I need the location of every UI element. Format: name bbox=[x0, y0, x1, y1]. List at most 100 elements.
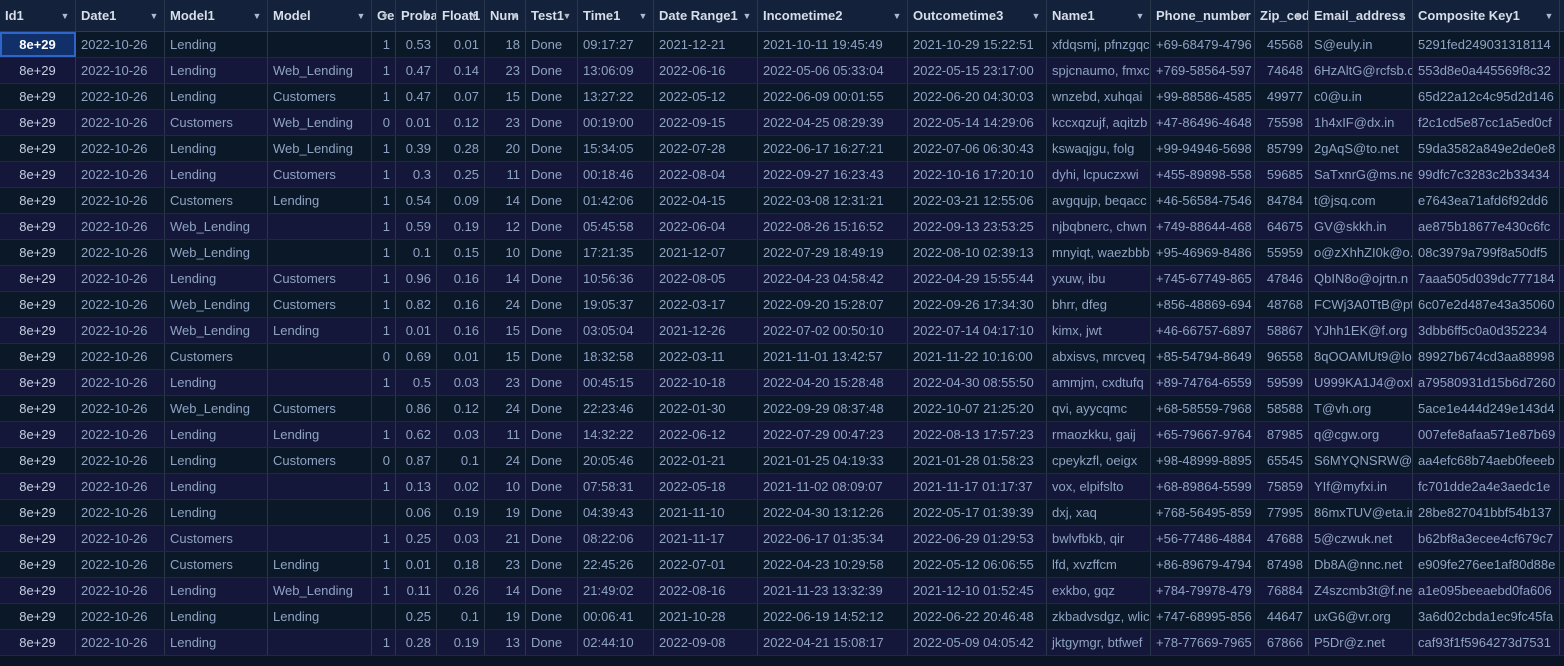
cell-id1[interactable]: 8e+29 bbox=[0, 188, 76, 213]
cell-id1[interactable]: 8e+29 bbox=[0, 526, 76, 551]
filter-icon[interactable]: ▼ bbox=[740, 0, 754, 31]
cell-float1[interactable]: 0.12 bbox=[437, 396, 485, 421]
cell-composite-key1[interactable]: b62bf8a3ecee4cf679c7 bbox=[1413, 526, 1560, 551]
cell-name1[interactable]: avgqujp, beqacc bbox=[1047, 188, 1151, 213]
cell-composite-key1[interactable]: 3dbb6ff5c0a0d352234 bbox=[1413, 318, 1560, 343]
cell-incometime2[interactable]: 2021-11-01 13:42:57 bbox=[758, 344, 908, 369]
cell-composite-key1[interactable]: 6c07e2d487e43a35060 bbox=[1413, 292, 1560, 317]
cell-name1[interactable]: dyhi, lcpuczxwi bbox=[1047, 162, 1151, 187]
cell-date1[interactable]: 2022-10-26 bbox=[76, 630, 165, 655]
cell-date1[interactable]: 2022-10-26 bbox=[76, 266, 165, 291]
cell-date1[interactable]: 2022-10-26 bbox=[76, 292, 165, 317]
cell-email-address[interactable]: 8qOOAMUt9@lo bbox=[1309, 344, 1413, 369]
cell-ge[interactable]: 1 bbox=[372, 162, 396, 187]
cell-phone-number[interactable]: +46-56584-7546 bbox=[1151, 188, 1255, 213]
cell-outcometime3[interactable]: 2022-05-12 06:06:55 bbox=[908, 552, 1047, 577]
cell-float1[interactable]: 0.07 bbox=[437, 84, 485, 109]
cell-name1[interactable]: kswaqjgu, folg bbox=[1047, 136, 1151, 161]
cell-date-range1[interactable]: 2022-07-28 bbox=[654, 136, 758, 161]
cell-phone-number[interactable]: +99-94946-5698 bbox=[1151, 136, 1255, 161]
cell-outcometime3[interactable]: 2021-11-22 10:16:00 bbox=[908, 344, 1047, 369]
cell-composite-key1[interactable]: a1e095beeaebd0fa606 bbox=[1413, 578, 1560, 603]
cell-float1[interactable]: 0.01 bbox=[437, 32, 485, 57]
cell-outcometime3[interactable]: 2022-05-09 04:05:42 bbox=[908, 630, 1047, 655]
cell-zip-cod[interactable]: 87985 bbox=[1255, 422, 1309, 447]
cell-id1[interactable]: 8e+29 bbox=[0, 396, 76, 421]
cell-time1[interactable]: 07:58:31 bbox=[578, 474, 654, 499]
cell-date1[interactable]: 2022-10-26 bbox=[76, 162, 165, 187]
cell-proba[interactable]: 0.47 bbox=[396, 84, 437, 109]
cell-ge[interactable]: 1 bbox=[372, 578, 396, 603]
cell-zip-cod[interactable]: 96558 bbox=[1255, 344, 1309, 369]
cell-composite-key1[interactable]: 7aaa505d039dc777184 bbox=[1413, 266, 1560, 291]
cell-num[interactable]: 19 bbox=[485, 604, 526, 629]
cell-model1[interactable]: Customers bbox=[165, 552, 268, 577]
cell-time1[interactable]: 08:22:06 bbox=[578, 526, 654, 551]
cell-phone-number[interactable]: +768-56495-859 bbox=[1151, 500, 1255, 525]
cell-model1[interactable]: Lending bbox=[165, 578, 268, 603]
filter-icon[interactable]: ▼ bbox=[419, 0, 433, 31]
cell-ge[interactable]: 1 bbox=[372, 240, 396, 265]
cell-model[interactable]: Web_Lending bbox=[268, 58, 372, 83]
cell-test1[interactable]: Done bbox=[526, 318, 578, 343]
cell-outcometime3[interactable]: 2022-08-10 02:39:13 bbox=[908, 240, 1047, 265]
cell-zip-cod[interactable]: 55959 bbox=[1255, 240, 1309, 265]
cell-model[interactable] bbox=[268, 500, 372, 525]
cell-model1[interactable]: Web_Lending bbox=[165, 318, 268, 343]
cell-model1[interactable]: Lending bbox=[165, 422, 268, 447]
table-row[interactable]: 8e+29 2022-10-26 Lending 1 0.5 0.03 23 Done 00:4… bbox=[0, 370, 1564, 396]
cell-outcometime3[interactable]: 2022-07-14 04:17:10 bbox=[908, 318, 1047, 343]
column-header-composite-key1[interactable]: Composite Key1 ▼ bbox=[1413, 0, 1560, 31]
filter-icon[interactable]: ▼ bbox=[147, 0, 161, 31]
cell-time1[interactable]: 00:45:15 bbox=[578, 370, 654, 395]
cell-zip-cod[interactable]: 75598 bbox=[1255, 110, 1309, 135]
cell-email-address[interactable]: S@euly.in bbox=[1309, 32, 1413, 57]
filter-icon[interactable]: ▼ bbox=[250, 0, 264, 31]
cell-date1[interactable]: 2022-10-26 bbox=[76, 474, 165, 499]
cell-name1[interactable]: bhrr, dfeg bbox=[1047, 292, 1151, 317]
cell-id1[interactable]: 8e+29 bbox=[0, 448, 76, 473]
cell-id1[interactable]: 8e+29 bbox=[0, 292, 76, 317]
cell-phone-number[interactable]: +47-86496-4648 bbox=[1151, 110, 1255, 135]
filter-icon[interactable]: ▼ bbox=[1291, 0, 1305, 31]
cell-ge[interactable]: 1 bbox=[372, 422, 396, 447]
cell-id1[interactable]: 8e+29 bbox=[0, 162, 76, 187]
cell-id1[interactable]: 8e+29 bbox=[0, 578, 76, 603]
cell-model1[interactable]: Lending bbox=[165, 630, 268, 655]
table-row[interactable]: 8e+29 2022-10-26 Lending Web_Lending 1 0.47 0.… bbox=[0, 58, 1564, 84]
cell-incometime2[interactable]: 2022-03-08 12:31:21 bbox=[758, 188, 908, 213]
cell-composite-key1[interactable]: 553d8e0a445569f8c32 bbox=[1413, 58, 1560, 83]
cell-proba[interactable]: 0.39 bbox=[396, 136, 437, 161]
cell-time1[interactable]: 17:21:35 bbox=[578, 240, 654, 265]
cell-ge[interactable]: 1 bbox=[372, 136, 396, 161]
cell-id1[interactable]: 8e+29 bbox=[0, 604, 76, 629]
cell-incometime2[interactable]: 2022-04-20 15:28:48 bbox=[758, 370, 908, 395]
cell-date1[interactable]: 2022-10-26 bbox=[76, 214, 165, 239]
cell-float1[interactable]: 0.1 bbox=[437, 448, 485, 473]
cell-proba[interactable]: 0.25 bbox=[396, 604, 437, 629]
cell-float1[interactable]: 0.09 bbox=[437, 188, 485, 213]
filter-icon[interactable]: ▼ bbox=[1237, 0, 1251, 31]
cell-incometime2[interactable]: 2022-09-20 15:28:07 bbox=[758, 292, 908, 317]
table-row[interactable]: 8e+29 2022-10-26 Lending Customers 0 0.87 0.1 2… bbox=[0, 448, 1564, 474]
cell-num[interactable]: 12 bbox=[485, 214, 526, 239]
cell-name1[interactable]: spjcnaumo, fmxc bbox=[1047, 58, 1151, 83]
cell-float1[interactable]: 0.19 bbox=[437, 500, 485, 525]
cell-float1[interactable]: 0.02 bbox=[437, 474, 485, 499]
cell-test1[interactable]: Done bbox=[526, 422, 578, 447]
cell-date-range1[interactable]: 2022-03-17 bbox=[654, 292, 758, 317]
cell-num[interactable]: 24 bbox=[485, 292, 526, 317]
cell-model1[interactable]: Lending bbox=[165, 500, 268, 525]
column-header-outcometime3[interactable]: Outcometime3 ▼ bbox=[908, 0, 1047, 31]
cell-ge[interactable]: 1 bbox=[372, 526, 396, 551]
cell-proba[interactable]: 0.69 bbox=[396, 344, 437, 369]
cell-num[interactable]: 23 bbox=[485, 58, 526, 83]
cell-name1[interactable]: xfdqsmj, pfnzgqc bbox=[1047, 32, 1151, 57]
cell-id1[interactable]: 8e+29 bbox=[0, 136, 76, 161]
cell-time1[interactable]: 04:39:43 bbox=[578, 500, 654, 525]
cell-date1[interactable]: 2022-10-26 bbox=[76, 58, 165, 83]
cell-name1[interactable]: zkbadvsdgz, wlic bbox=[1047, 604, 1151, 629]
cell-composite-key1[interactable]: 08c3979a799f8a50df5 bbox=[1413, 240, 1560, 265]
cell-ge[interactable]: 0 bbox=[372, 344, 396, 369]
table-row[interactable]: 8e+29 2022-10-26 Customers Lending 1 0.54 0.09… bbox=[0, 188, 1564, 214]
